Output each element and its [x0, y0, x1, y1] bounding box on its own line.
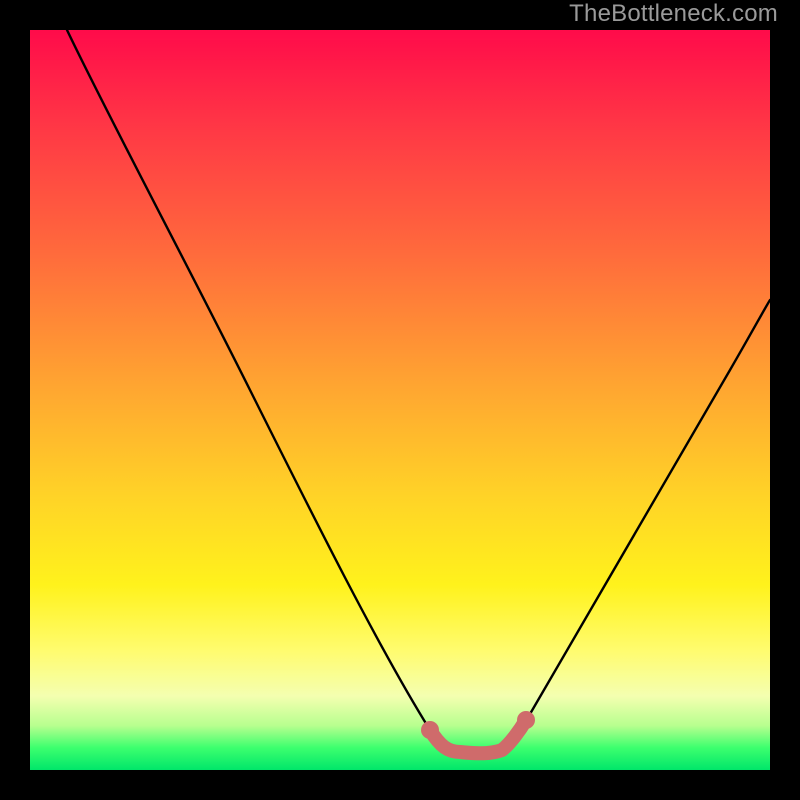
valley-highlight: [430, 720, 526, 753]
valley-dot-left: [421, 721, 439, 739]
valley-dot-right: [517, 711, 535, 729]
curve-layer: [30, 30, 770, 770]
chart-frame: TheBottleneck.com: [0, 0, 800, 800]
plot-area: [30, 30, 770, 770]
watermark-text: TheBottleneck.com: [569, 0, 778, 28]
bottleneck-curve: [67, 30, 770, 753]
